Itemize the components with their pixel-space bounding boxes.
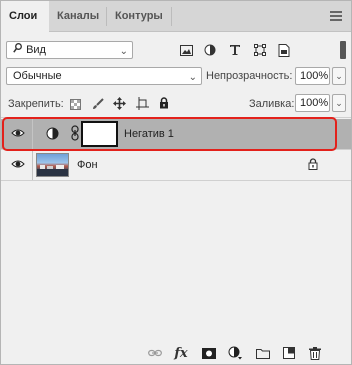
tab-separator (171, 7, 172, 26)
add-mask-icon[interactable] (201, 345, 217, 361)
smart-object-filter-icon[interactable] (276, 42, 292, 58)
opacity-label: Непрозрачность: (206, 70, 293, 82)
adjustment-layer-icon (46, 127, 59, 143)
divider (1, 117, 351, 118)
tab-channels[interactable]: Каналы (49, 1, 107, 32)
tab-layers[interactable]: Слои (1, 1, 49, 33)
filter-toggle-switch[interactable] (340, 41, 346, 59)
fill-input[interactable]: 100% (295, 94, 330, 112)
layer-style-fx-button[interactable]: fx (173, 345, 189, 361)
lock-pixels-brush-icon[interactable] (90, 96, 106, 112)
layer-mask-thumbnail[interactable] (81, 121, 118, 147)
chevron-down-icon: ⌄ (335, 70, 343, 81)
layer-name[interactable]: Негатив 1 (124, 128, 174, 140)
chevron-down-icon: ⌄ (188, 72, 197, 83)
lock-all-icon[interactable] (156, 95, 172, 111)
fill-dropdown-button[interactable]: ⌄ (332, 94, 346, 112)
image-filter-icon[interactable] (178, 42, 194, 58)
opacity-dropdown-button[interactable]: ⌄ (332, 67, 346, 85)
visibility-eye-icon[interactable] (11, 159, 25, 169)
layer-row-background[interactable]: Фон (1, 150, 351, 180)
layer-filter-select[interactable]: Вид ⌄ (6, 41, 133, 59)
lock-label: Закрепить: (8, 98, 64, 110)
chevron-down-icon: ⌄ (119, 46, 128, 57)
type-filter-icon[interactable] (227, 42, 243, 58)
chevron-down-icon: ⌄ (335, 97, 343, 108)
panel-menu-icon[interactable] (330, 11, 342, 21)
panel-tab-bar: Слои Каналы Контуры (1, 1, 351, 33)
opacity-input[interactable]: 100% (295, 67, 330, 85)
chain-link-icon[interactable] (71, 125, 79, 144)
divider (32, 150, 33, 180)
layers-footer-toolbar: fx (1, 341, 351, 365)
fill-label: Заливка: (249, 98, 295, 110)
lock-icon (308, 158, 318, 173)
new-layer-icon[interactable] (281, 345, 297, 361)
shape-filter-icon[interactable] (252, 42, 268, 58)
lock-transparency-icon[interactable] (67, 96, 83, 112)
blend-mode-value: Обычные (13, 70, 62, 82)
layer-name[interactable]: Фон (77, 159, 98, 171)
new-adjustment-layer-icon[interactable] (227, 345, 243, 361)
lock-position-move-icon[interactable] (111, 95, 127, 111)
delete-layer-trash-icon[interactable] (307, 345, 323, 361)
lock-artboard-icon[interactable] (134, 95, 150, 111)
blend-mode-select[interactable]: Обычные ⌄ (6, 67, 202, 85)
layer-image-thumbnail[interactable] (36, 153, 69, 177)
adjustment-filter-icon[interactable] (202, 42, 218, 58)
link-layers-icon[interactable] (147, 345, 163, 361)
new-group-folder-icon[interactable] (255, 345, 271, 361)
layer-row-negative[interactable]: Негатив 1 (1, 119, 351, 149)
layers-panel: Слои Каналы Контуры Вид ⌄ Обычные ⌄ Непр… (0, 0, 352, 365)
tab-paths[interactable]: Контуры (107, 1, 171, 32)
search-icon (13, 42, 23, 58)
visibility-eye-icon[interactable] (11, 128, 25, 138)
divider (1, 180, 351, 181)
divider (32, 119, 33, 149)
filter-value: Вид (26, 44, 46, 56)
